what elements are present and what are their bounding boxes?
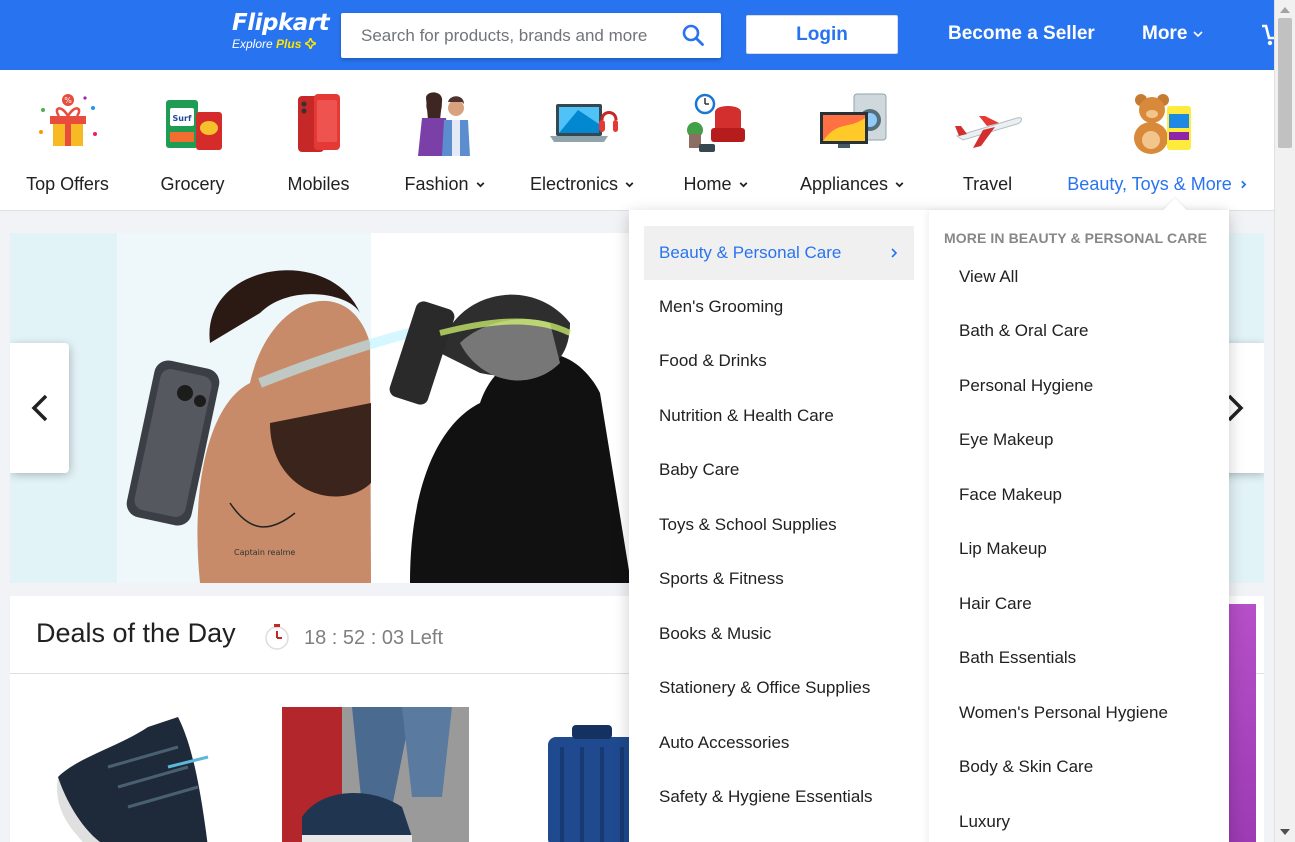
category-label: Travel (962, 174, 1013, 194)
svg-text:%: % (64, 96, 72, 105)
gift-icon: % (38, 94, 97, 146)
dropdown-item-stationery-office-supplies[interactable]: Stationery & Office Supplies (644, 661, 914, 715)
category-grocery[interactable]: Surf Grocery (145, 70, 240, 210)
logo-subtext: Explore Plus (232, 36, 329, 51)
deals-timer: 18 : 52 : 03 Left (304, 627, 443, 649)
dropdown-item-food-drinks[interactable]: Food & Drinks (644, 334, 914, 388)
category-label: Beauty, Toys & More (1067, 174, 1248, 195)
deals-title: Deals of the Day (36, 618, 236, 648)
dropdown-item-baby-care[interactable]: Baby Care (644, 443, 914, 497)
dropdown-item-books-music[interactable]: Books & Music (644, 607, 914, 661)
subcategory-face-makeup[interactable]: Face Makeup (959, 485, 1062, 505)
dropdown-category-list: Beauty & Personal Care Men's Grooming Fo… (629, 210, 929, 842)
teddy-bear-icon (1134, 94, 1191, 154)
subcategory-womens-personal-hygiene[interactable]: Women's Personal Hygiene (959, 703, 1168, 723)
shoe-image (48, 707, 235, 842)
dropdown-item-safety-hygiene-essentials[interactable]: Safety & Hygiene Essentials (644, 770, 914, 824)
category-mobiles[interactable]: Mobiles (271, 70, 366, 210)
dropdown-item-auto-accessories[interactable]: Auto Accessories (644, 716, 914, 770)
subcategory-body-skin-care[interactable]: Body & Skin Care (959, 757, 1093, 777)
category-home[interactable]: Home (676, 70, 756, 210)
chevron-down-icon (625, 182, 634, 188)
category-beauty-toys-more[interactable]: Beauty, Toys & More (1067, 70, 1248, 210)
category-label-text: Electronics (529, 174, 619, 194)
chevron-down-icon (1193, 30, 1203, 37)
dropdown-item-toys-school-supplies[interactable]: Toys & School Supplies (644, 498, 914, 552)
banner-signature-caption: Captain realme (234, 548, 295, 557)
dropdown-item-mens-grooming[interactable]: Men's Grooming (644, 280, 914, 334)
category-label-text: Home (683, 174, 732, 194)
dropdown-item-nutrition-health-care[interactable]: Nutrition & Health Care (644, 389, 914, 443)
subcategory-bath-essentials[interactable]: Bath Essentials (959, 648, 1076, 668)
chevron-down-icon (476, 182, 484, 188)
category-travel[interactable]: Travel (945, 70, 1030, 210)
scroll-down-arrow-icon[interactable] (1280, 829, 1290, 835)
mobile-phone-icon (297, 94, 340, 152)
more-label: More (1142, 23, 1188, 44)
category-label: Mobiles (287, 174, 350, 194)
logo-explore: Explore (232, 37, 273, 51)
category-nav: % Top Offers Surf Grocery Mobiles Fashio… (0, 70, 1274, 211)
scroll-up-arrow-icon[interactable] (1280, 7, 1290, 13)
appliance-icon (819, 93, 886, 148)
category-fashion[interactable]: Fashion (395, 70, 495, 210)
search-icon[interactable] (681, 23, 705, 47)
search-input[interactable] (341, 13, 661, 58)
plus-star-icon (302, 36, 318, 51)
chevron-down-icon (739, 182, 747, 188)
chevron-right-icon (1240, 180, 1247, 189)
chevron-right-icon (891, 248, 898, 258)
scrollbar-thumb[interactable] (1278, 18, 1292, 148)
chevron-down-icon (895, 182, 904, 188)
dropdown-item-beauty-personal-care[interactable]: Beauty & Personal Care (644, 226, 914, 280)
deal-product-2[interactable] (282, 707, 469, 842)
top-header: Flipkart Explore Plus Login Become a Sel… (0, 0, 1276, 70)
banner-prev-button[interactable] (10, 343, 69, 473)
category-electronics[interactable]: Electronics (525, 70, 640, 210)
airplane-icon (954, 116, 1022, 148)
category-label: Electronics (530, 174, 635, 195)
timer-icon (265, 624, 289, 650)
fashion-icon (418, 92, 470, 156)
sneaker-lifestyle-image (282, 707, 469, 842)
svg-text:Surf: Surf (172, 114, 191, 123)
flipkart-logo[interactable]: Flipkart Explore Plus (232, 10, 330, 51)
category-top-offers[interactable]: % Top Offers (20, 70, 115, 210)
category-label-text: Appliances (799, 174, 889, 194)
home-furniture-icon (687, 93, 745, 152)
subcategory-heading: MORE IN BEAUTY & PERSONAL CARE (944, 230, 1208, 246)
more-menu[interactable]: More (1142, 23, 1203, 45)
category-label-text: Beauty, Toys & More (1067, 174, 1232, 194)
deal-product-1[interactable] (48, 707, 235, 842)
category-appliances[interactable]: Appliances (795, 70, 910, 210)
category-label: Fashion (404, 174, 485, 195)
subcategory-personal-hygiene[interactable]: Personal Hygiene (959, 376, 1093, 396)
subcategory-view-all[interactable]: View All (959, 267, 1018, 287)
logo-text: Flipkart (232, 10, 330, 36)
category-label: Grocery (160, 174, 225, 194)
category-dropdown-menu: Beauty & Personal Care Men's Grooming Fo… (629, 210, 1229, 842)
page-scrollbar[interactable] (1274, 0, 1295, 842)
dropdown-item-sports-fitness[interactable]: Sports & Fitness (644, 552, 914, 606)
subcategory-hair-care[interactable]: Hair Care (959, 594, 1032, 614)
dropdown-item-label: Beauty & Personal Care (659, 243, 842, 262)
category-label-text: Fashion (404, 174, 469, 194)
subcategory-eye-makeup[interactable]: Eye Makeup (959, 430, 1054, 450)
grocery-icon: Surf (165, 100, 222, 150)
subcategory-luxury[interactable]: Luxury (959, 812, 1010, 832)
chevron-left-icon (31, 394, 47, 422)
logo-plus: Plus (276, 37, 302, 51)
become-seller-link[interactable]: Become a Seller (948, 23, 1095, 45)
dropdown-subcategory-list: MORE IN BEAUTY & PERSONAL CARE View All … (929, 210, 1229, 842)
subcategory-bath-oral-care[interactable]: Bath & Oral Care (959, 321, 1088, 341)
search-bar (341, 13, 721, 58)
category-label: Appliances (800, 174, 905, 195)
login-button[interactable]: Login (746, 15, 898, 54)
category-label: Home (683, 174, 748, 195)
subcategory-lip-makeup[interactable]: Lip Makeup (959, 539, 1047, 559)
category-label: Top Offers (26, 174, 109, 194)
laptop-icon (549, 104, 618, 142)
promo-strip[interactable] (1226, 604, 1256, 842)
